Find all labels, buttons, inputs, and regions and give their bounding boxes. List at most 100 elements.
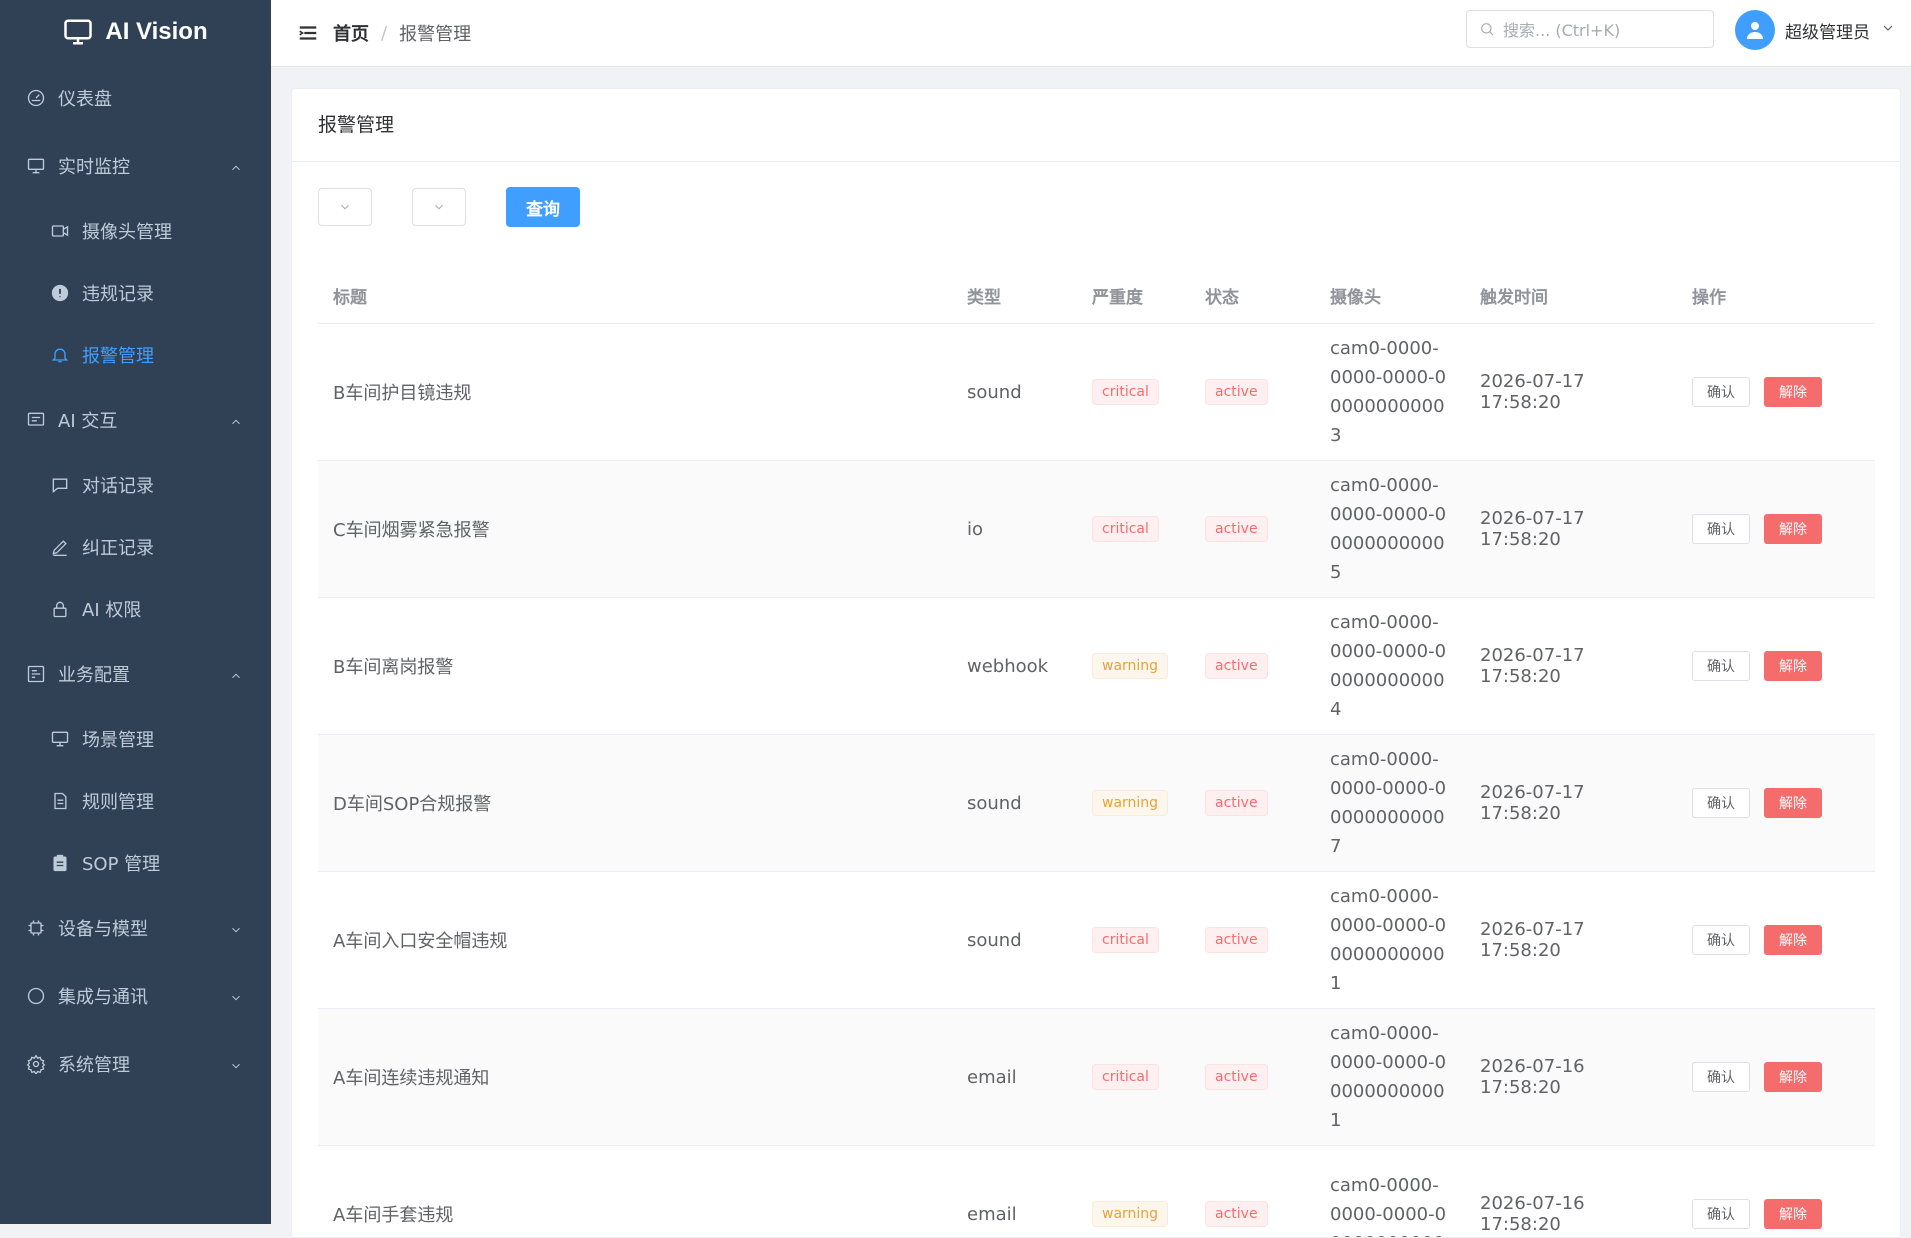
alarm-title: A车间连续违规通知: [318, 1009, 952, 1146]
trigger-time: 2026-07-16 17:58:20: [1465, 1146, 1677, 1238]
config-icon: [26, 664, 46, 684]
confirm-button[interactable]: 确认: [1692, 788, 1750, 818]
breadcrumb-current: 报警管理: [399, 20, 471, 46]
status-badge: active: [1205, 653, 1268, 679]
sidebar-item-label: 集成与通讯: [58, 983, 148, 1009]
dismiss-button[interactable]: 解除: [1764, 514, 1822, 544]
status-badge: active: [1205, 790, 1268, 816]
sidebar: AI Vision 仪表盘实时监控摄像头管理违规记录报警管理AI 交互对话记录纠…: [0, 0, 271, 1224]
sidebar-item-13[interactable]: 设备与模型: [0, 894, 271, 962]
status-badge: active: [1205, 516, 1268, 542]
sidebar-item-9[interactable]: 业务配置: [0, 640, 271, 708]
sidebar-item-0[interactable]: 仪表盘: [0, 64, 271, 132]
confirm-button[interactable]: 确认: [1692, 651, 1750, 681]
table-body: B车间护目镜违规soundcriticalactivecam0-0000-000…: [318, 324, 1875, 1238]
severity-cell: critical: [1077, 461, 1190, 598]
dismiss-button[interactable]: 解除: [1764, 1199, 1822, 1229]
search-input[interactable]: 搜索... (Ctrl+K): [1466, 10, 1714, 48]
breadcrumb-home[interactable]: 首页: [333, 20, 369, 46]
alarm-type: sound: [952, 735, 1077, 872]
user-menu[interactable]: 超级管理员: [1735, 10, 1896, 50]
chevron-up-icon: [229, 159, 243, 173]
sidebar-item-11[interactable]: 规则管理: [0, 770, 271, 832]
sidebar-item-6[interactable]: 对话记录: [0, 454, 271, 516]
sidebar-item-label: 规则管理: [82, 788, 154, 814]
sidebar-item-10[interactable]: 场景管理: [0, 708, 271, 770]
camera-icon: [50, 221, 70, 241]
menu-toggle-icon[interactable]: [297, 22, 319, 44]
chevron-down-icon: [229, 1057, 243, 1071]
status-cell: active: [1190, 324, 1315, 461]
clipboard-icon: [50, 853, 70, 873]
document-icon: [50, 791, 70, 811]
camera-cell: cam0-0000-0000-0000-000000000005: [1315, 461, 1465, 598]
sidebar-item-15[interactable]: 系统管理: [0, 1030, 271, 1098]
dismiss-button[interactable]: 解除: [1764, 377, 1822, 407]
avatar: [1735, 10, 1775, 50]
camera-id: cam0-0000-0000-0000-000000000005: [1330, 471, 1448, 587]
sidebar-item-8[interactable]: AI 权限: [0, 578, 271, 640]
actions-cell: 确认解除: [1677, 598, 1875, 735]
sidebar-item-label: 系统管理: [58, 1051, 130, 1077]
table-row: D车间SOP合规报警soundwarningactivecam0-0000-00…: [318, 735, 1875, 872]
actions-cell: 确认解除: [1677, 1009, 1875, 1146]
camera-id: cam0-0000-0000-0000-000000000003: [1330, 334, 1448, 450]
trigger-time: 2026-07-17 17:58:20: [1465, 461, 1677, 598]
search-icon: [1479, 21, 1495, 37]
edit-icon: [50, 537, 70, 557]
dismiss-button[interactable]: 解除: [1764, 788, 1822, 818]
severity-badge: warning: [1092, 1201, 1168, 1227]
camera-cell: cam0-0000-0000-0000-00000000000: [1315, 1146, 1465, 1238]
chevron-down-icon: [229, 921, 243, 935]
table-row: C车间烟雾紧急报警iocriticalactivecam0-0000-0000-…: [318, 461, 1875, 598]
chat-icon: [26, 410, 46, 430]
alarm-card: 报警管理 查询 标题类型严重度状态摄像头触发时间操作 B车间护目镜违规sound…: [291, 88, 1901, 1238]
camera-cell: cam0-0000-0000-0000-000000000001: [1315, 1009, 1465, 1146]
dismiss-button[interactable]: 解除: [1764, 925, 1822, 955]
severity-badge: warning: [1092, 790, 1168, 816]
status-badge: active: [1205, 379, 1268, 405]
query-button[interactable]: 查询: [506, 187, 580, 227]
status-cell: active: [1190, 1146, 1315, 1238]
alarm-type: email: [952, 1009, 1077, 1146]
severity-cell: warning: [1077, 735, 1190, 872]
table-row: A车间手套违规emailwarningactivecam0-0000-0000-…: [318, 1146, 1875, 1238]
chevron-down-icon: [338, 200, 352, 214]
lock-icon: [50, 599, 70, 619]
camera-cell: cam0-0000-0000-0000-000000000001: [1315, 872, 1465, 1009]
chevron-down-icon: [432, 200, 446, 214]
table-row: B车间护目镜违规soundcriticalactivecam0-0000-000…: [318, 324, 1875, 461]
sidebar-item-4[interactable]: 报警管理: [0, 324, 271, 386]
actions-cell: 确认解除: [1677, 872, 1875, 1009]
table-row: A车间入口安全帽违规soundcriticalactivecam0-0000-0…: [318, 872, 1875, 1009]
bell-icon: [50, 345, 70, 365]
confirm-button[interactable]: 确认: [1692, 1199, 1750, 1229]
severity-badge: warning: [1092, 653, 1168, 679]
camera-cell: cam0-0000-0000-0000-000000000007: [1315, 735, 1465, 872]
dismiss-button[interactable]: 解除: [1764, 651, 1822, 681]
status-cell: active: [1190, 735, 1315, 872]
gear-icon: [26, 1054, 46, 1074]
camera-cell: cam0-0000-0000-0000-000000000004: [1315, 598, 1465, 735]
sidebar-item-1[interactable]: 实时监控: [0, 132, 271, 200]
sidebar-item-5[interactable]: AI 交互: [0, 386, 271, 454]
type-select[interactable]: [318, 188, 372, 226]
app-logo[interactable]: AI Vision: [0, 0, 271, 64]
confirm-button[interactable]: 确认: [1692, 514, 1750, 544]
dashboard-icon: [26, 88, 46, 108]
sidebar-item-14[interactable]: 集成与通讯: [0, 962, 271, 1030]
severity-badge: critical: [1092, 927, 1159, 953]
confirm-button[interactable]: 确认: [1692, 1062, 1750, 1092]
severity-cell: critical: [1077, 872, 1190, 1009]
sidebar-item-label: 设备与模型: [58, 915, 148, 941]
alarm-title: A车间手套违规: [318, 1146, 952, 1238]
confirm-button[interactable]: 确认: [1692, 377, 1750, 407]
confirm-button[interactable]: 确认: [1692, 925, 1750, 955]
sidebar-item-3[interactable]: 违规记录: [0, 262, 271, 324]
sidebar-item-2[interactable]: 摄像头管理: [0, 200, 271, 262]
dismiss-button[interactable]: 解除: [1764, 1062, 1822, 1092]
severity-select[interactable]: [412, 188, 466, 226]
actions-cell: 确认解除: [1677, 735, 1875, 872]
sidebar-item-12[interactable]: SOP 管理: [0, 832, 271, 894]
sidebar-item-7[interactable]: 纠正记录: [0, 516, 271, 578]
